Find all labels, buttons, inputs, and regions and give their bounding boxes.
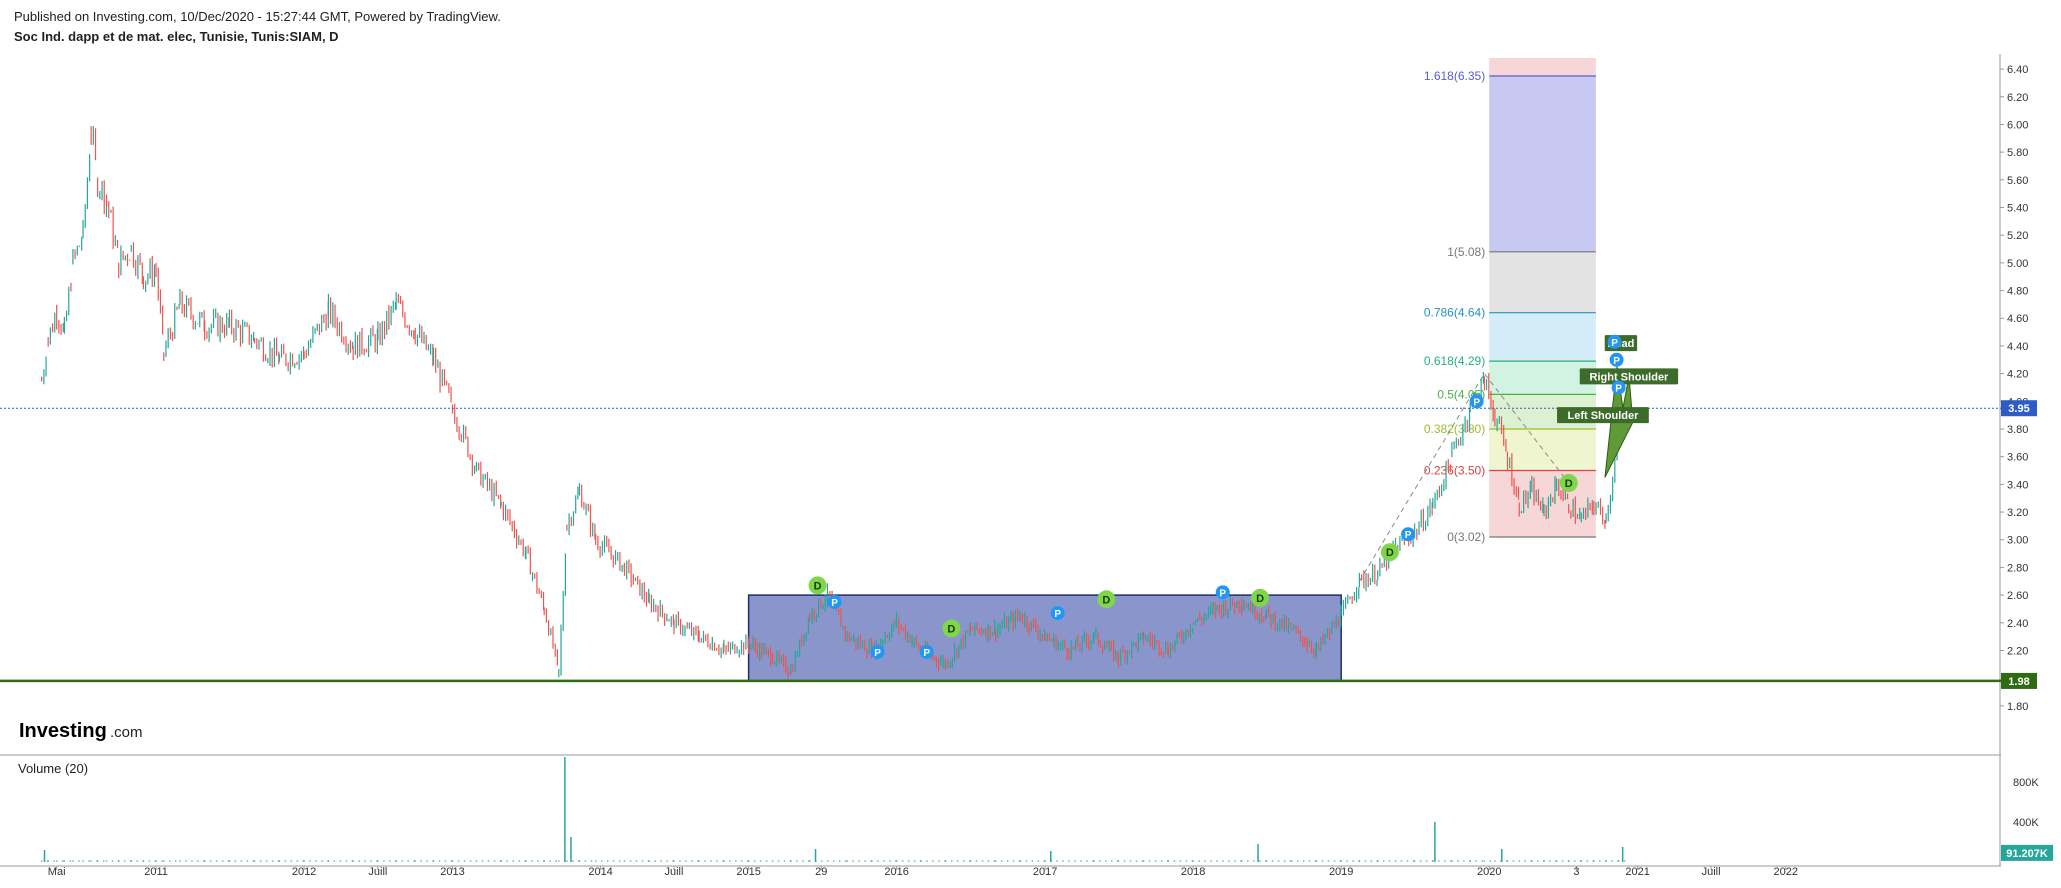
pivot-marker-label: P: [923, 648, 930, 659]
dividend-marker-label: D: [947, 623, 955, 635]
price-tick-label: 4.80: [2007, 286, 2028, 298]
price-tick-label: 3.60: [2007, 452, 2028, 464]
price-tick-label: 2.20: [2007, 645, 2028, 657]
time-tick-label: 2020: [1477, 866, 1501, 878]
pattern-label: Right Shoulder: [1590, 371, 1670, 383]
pivot-marker-label: P: [831, 598, 838, 609]
price-tick-label: 5.40: [2007, 203, 2028, 215]
price-tick-label: 2.60: [2007, 590, 2028, 602]
time-tick-label: 2018: [1181, 866, 1205, 878]
price-tick-label: 5.60: [2007, 175, 2028, 187]
investing-logo: Investing .com: [19, 720, 143, 742]
pivot-marker-label: P: [874, 648, 881, 659]
time-tick-label: Mai: [48, 866, 66, 878]
price-tick-label: 1.80: [2007, 701, 2028, 713]
volume-tick-label: 800K: [2013, 777, 2039, 789]
chart-panes: [0, 54, 2001, 867]
price-tick-label: 3.20: [2007, 507, 2028, 519]
fib-retracement-layer: 1.618(6.35) 1(5.08) 0.786(4.64) 0.618(4.29)…: [1359, 58, 1596, 582]
fib-level-label: 0.618(4.29): [1424, 354, 1485, 368]
logo-main-text: Investing: [19, 720, 107, 742]
fib-zone: [1489, 312, 1596, 362]
price-tick-label: 4.40: [2007, 341, 2028, 353]
dividend-marker-label: D: [1386, 547, 1394, 559]
price-tick-label: 5.20: [2007, 230, 2028, 242]
time-tick-label: 2014: [588, 866, 612, 878]
price-tick-label: 5.00: [2007, 258, 2028, 270]
price-tick-label: 4.20: [2007, 369, 2028, 381]
dividend-marker-label: D: [1102, 594, 1110, 606]
fib-level-label: 0(3.02): [1447, 530, 1485, 544]
time-tick-label: 2017: [1033, 866, 1057, 878]
pivot-marker-label: P: [1473, 397, 1480, 408]
fib-level-label: 0.236(3.50): [1424, 464, 1485, 478]
price-tick-label: 6.00: [2007, 119, 2028, 131]
price-tick-label: 4.60: [2007, 313, 2028, 325]
time-tick-label: 2011: [144, 866, 168, 878]
volume-panel-title: Volume (20): [18, 761, 88, 776]
price-tick-label: 6.40: [2007, 64, 2028, 76]
current-price-tag: 3.95: [2008, 403, 2029, 415]
time-tick-label: 2019: [1329, 866, 1353, 878]
logo-suffix-text: .com: [110, 724, 143, 741]
fib-level-label: 0.786(4.64): [1424, 306, 1485, 320]
dividend-marker-label: D: [814, 580, 822, 592]
price-chart[interactable]: 1.618(6.35) 1(5.08) 0.786(4.64) 0.618(4.29)…: [0, 0, 2061, 888]
time-tick-label: 2013: [440, 866, 464, 878]
support-price-tag: 1.98: [2008, 676, 2029, 688]
price-tick-label: 5.80: [2007, 147, 2028, 159]
fib-zone: [1489, 428, 1596, 471]
pivot-marker-label: P: [1405, 530, 1412, 541]
volume-tick-label: 400K: [2013, 817, 2039, 829]
time-tick-label: Juill: [665, 866, 684, 878]
time-tick-label: 3: [1573, 866, 1579, 878]
time-tick-label: 2021: [1625, 866, 1649, 878]
price-tick-label: 2.40: [2007, 618, 2028, 630]
price-tick-label: 3.80: [2007, 424, 2028, 436]
volume-layer: [40, 757, 1626, 862]
pivot-marker-label: P: [1613, 356, 1620, 367]
dividend-marker-label: D: [1565, 478, 1573, 490]
fib-zone: [1489, 251, 1596, 313]
fib-zone: [1489, 58, 1596, 76]
fib-zone: [1489, 75, 1596, 252]
price-tick-label: 3.40: [2007, 479, 2028, 491]
pattern-label: Left Shoulder: [1567, 410, 1639, 422]
price-tick-label: 3.00: [2007, 535, 2028, 547]
fib-level-label: 1.618(6.35): [1424, 69, 1485, 83]
dividend-marker-label: D: [1256, 593, 1264, 605]
pivot-marker-label: P: [1054, 609, 1061, 620]
axis-layer: 6.40 6.20 6.00 5.80 5.60 5.40 5.20 5.00 4.80 4.60…: [48, 64, 2053, 878]
pivot-marker-label: P: [1611, 338, 1618, 349]
time-tick-label: 29: [815, 866, 827, 878]
time-tick-label: 2022: [1773, 866, 1797, 878]
pivot-marker-label: P: [1219, 588, 1226, 599]
time-tick-label: 2016: [884, 866, 908, 878]
time-tick-label: 2012: [292, 866, 316, 878]
volume-current-tag: 91.207K: [2006, 848, 2048, 860]
price-tick-label: 6.20: [2007, 92, 2028, 104]
pivot-marker-label: P: [1615, 383, 1622, 394]
time-tick-label: 2015: [736, 866, 760, 878]
time-tick-label: Juill: [368, 866, 387, 878]
fib-level-label: 1(5.08): [1447, 245, 1485, 259]
time-tick-label: Juill: [1702, 866, 1721, 878]
price-tick-label: 2.80: [2007, 562, 2028, 574]
